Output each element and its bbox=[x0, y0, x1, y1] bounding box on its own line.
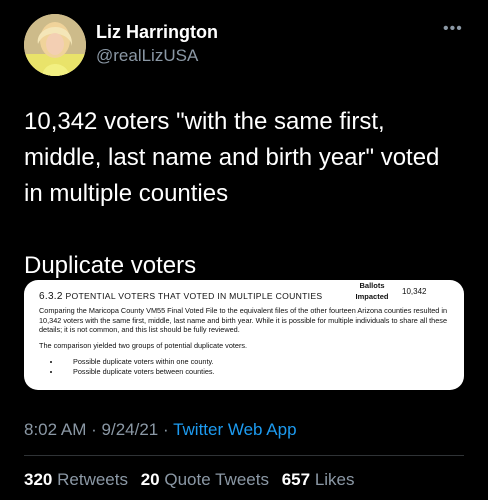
likes-stat[interactable]: 657 Likes bbox=[282, 470, 355, 489]
tweet-text: 10,342 voters "with the same first, midd… bbox=[24, 108, 440, 279]
card-paragraph-2: The comparison yielded two groups of pot… bbox=[39, 341, 248, 351]
tweet-source-app[interactable]: Twitter Web App bbox=[173, 420, 296, 439]
likes-label: Likes bbox=[314, 470, 355, 489]
author-handle[interactable]: @realLizUSA bbox=[96, 46, 198, 66]
card-ballots-header: Ballots Impacted bbox=[354, 280, 390, 302]
attached-image-card[interactable]: 6.3.2 Potential Voters that Voted in Mul… bbox=[24, 280, 464, 390]
retweets-label: Retweets bbox=[57, 470, 128, 489]
card-bullet-list: Possible duplicate voters within one cou… bbox=[39, 357, 454, 376]
tweet-stats: 320 Retweets 20 Quote Tweets 657 Likes bbox=[24, 470, 363, 490]
meta-separator: · bbox=[162, 420, 169, 439]
card-section-number: 6.3.2 bbox=[39, 291, 63, 302]
card-ballots-label: Ballots bbox=[359, 281, 385, 290]
card-impacted-label: Impacted bbox=[355, 292, 389, 301]
likes-count: 657 bbox=[281, 470, 311, 489]
card-bullet-item: Possible duplicate voters within one cou… bbox=[61, 357, 454, 367]
quotes-label: Quote Tweets bbox=[164, 470, 269, 489]
author-name[interactable]: Liz Harrington bbox=[96, 22, 218, 43]
avatar-image bbox=[24, 14, 86, 76]
quotes-count: 20 bbox=[140, 470, 160, 489]
tweet-date[interactable]: 9/24/21 bbox=[102, 420, 159, 439]
divider bbox=[24, 455, 464, 456]
card-paragraph-1: Comparing the Maricopa County VM55 Final… bbox=[39, 306, 448, 335]
avatar[interactable] bbox=[24, 14, 86, 76]
card-section-title: 6.3.2 Potential Voters that Voted in Mul… bbox=[39, 291, 322, 302]
retweets-count: 320 bbox=[24, 470, 53, 489]
tweet-meta: 8:02 AM · 9/24/21 · Twitter Web App bbox=[24, 420, 297, 440]
quote-tweets-stat[interactable]: 20 Quote Tweets bbox=[141, 470, 274, 489]
card-body: Comparing the Maricopa County VM55 Final… bbox=[39, 306, 454, 376]
meta-separator: · bbox=[91, 420, 97, 439]
card-ballots-value: 10,342 bbox=[402, 287, 427, 296]
more-icon[interactable]: ••• bbox=[443, 21, 467, 37]
card-bullet-item: Possible duplicate voters between counti… bbox=[61, 367, 454, 377]
tweet-time[interactable]: 8:02 AM bbox=[24, 420, 86, 439]
retweets-stat[interactable]: 320 Retweets bbox=[24, 470, 133, 489]
card-section-title-text: Potential Voters that Voted in Multiple … bbox=[65, 291, 323, 301]
